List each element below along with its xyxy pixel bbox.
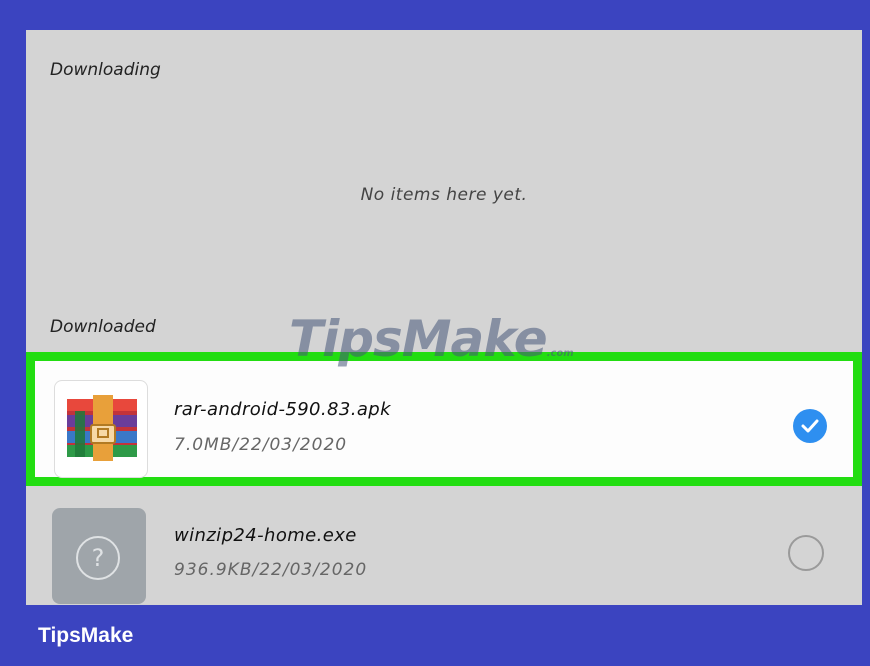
downloading-heading: Downloading	[50, 60, 161, 80]
checkmark-icon[interactable]	[793, 409, 827, 443]
list-item-winzip[interactable]: ? winzip24-home.exe 936.9KB/22/03/2020	[26, 500, 862, 605]
downloaded-heading: Downloaded	[50, 317, 156, 337]
radio-unchecked-icon[interactable]	[788, 535, 824, 571]
file-meta: 936.9KB/22/03/2020	[174, 560, 368, 580]
empty-state-text: No items here yet.	[360, 185, 528, 205]
unknown-file-icon: ?	[52, 508, 146, 604]
winrar-icon	[54, 380, 148, 478]
list-item-rar-android[interactable]: rar-android-590.83.apk 7.0MB/22/03/2020	[26, 352, 862, 486]
downloads-screen: Downloading No items here yet. Downloade…	[26, 30, 862, 605]
file-name: winzip24-home.exe	[174, 525, 357, 546]
watermark-logo: TipsMake.com	[289, 310, 574, 368]
file-meta: 7.0MB/22/03/2020	[174, 435, 348, 455]
file-name: rar-android-590.83.apk	[174, 399, 391, 420]
question-mark-icon: ?	[76, 536, 120, 580]
brand-label: TipsMake	[38, 624, 134, 647]
